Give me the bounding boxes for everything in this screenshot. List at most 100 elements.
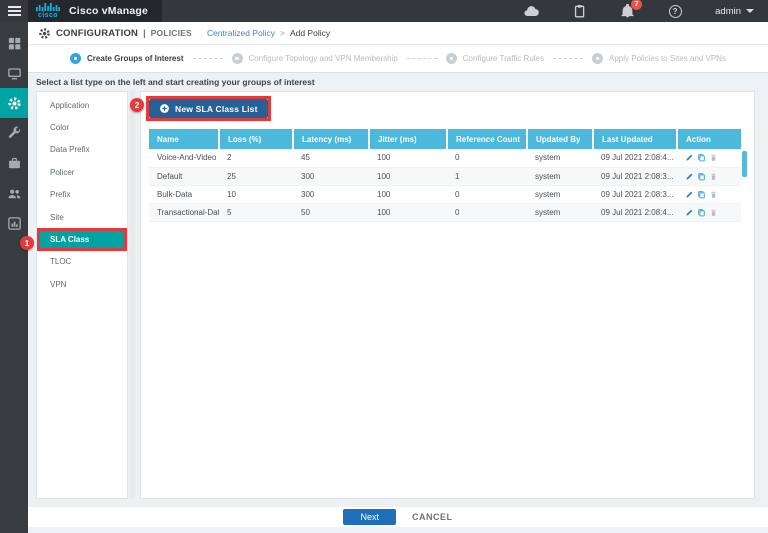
column-header-reference-count: Reference Count — [447, 129, 527, 149]
nav-maintenance-icon[interactable] — [0, 148, 28, 178]
cell-latency: 45 — [293, 149, 369, 167]
cell-reference-count: 0 — [447, 185, 527, 203]
breadcrumb-link-centralized-policy[interactable]: Centralized Policy — [207, 28, 275, 38]
cancel-button[interactable]: CANCEL — [412, 512, 453, 522]
cell-name: Transactional-Data — [149, 203, 219, 221]
list-type-panel: ApplicationColorData PrefixPolicerPrefix… — [36, 91, 128, 499]
wizard-step-4[interactable]: Apply Policies to Sites and VPNs — [592, 53, 726, 64]
copy-icon[interactable] — [697, 153, 706, 162]
cloud-icon[interactable] — [523, 3, 539, 19]
copy-icon[interactable] — [697, 190, 706, 199]
wizard-step-1[interactable]: Create Groups of Interest — [70, 53, 183, 64]
nav-tools-icon[interactable] — [0, 118, 28, 148]
copy-icon[interactable] — [697, 172, 706, 181]
sidebar-item-sla-class[interactable]: SLA Class — [37, 228, 127, 250]
cell-name: Default — [149, 167, 219, 185]
cell-loss: 2 — [219, 149, 293, 167]
table-row: Default253001001system09 Jul 2021 2:08:3… — [149, 167, 741, 185]
chevron-down-icon — [746, 9, 754, 13]
table-row: Transactional-Data5501000system09 Jul 20… — [149, 203, 741, 221]
table-row: Voice-And-Video2451000system09 Jul 2021 … — [149, 149, 741, 167]
table-body: Voice-And-Video2451000system09 Jul 2021 … — [149, 149, 741, 221]
menu-toggle-icon[interactable] — [0, 0, 28, 22]
delete-trash-icon[interactable] — [709, 172, 718, 181]
nav-configuration-icon[interactable] — [0, 88, 28, 118]
breadcrumb-section: CONFIGURATION — [56, 28, 138, 39]
new-sla-class-list-button[interactable]: New SLA Class List — [149, 99, 268, 118]
notification-count-badge: 7 — [631, 0, 642, 10]
sidebar-item-prefix[interactable]: Prefix — [37, 184, 127, 206]
sidebar-item-tloc[interactable]: TLOC — [37, 251, 127, 273]
sidebar-item-color[interactable]: Color — [37, 116, 127, 138]
step-indicator-icon — [232, 53, 243, 64]
cisco-wordmark: cisco — [38, 12, 58, 19]
breadcrumb-separator: > — [280, 28, 285, 38]
cell-actions — [677, 203, 741, 221]
column-header-name: Name — [149, 129, 219, 149]
cell-updated-by: system — [527, 149, 593, 167]
cell-actions — [677, 149, 741, 167]
edit-pencil-icon[interactable] — [685, 172, 694, 181]
edit-pencil-icon[interactable] — [685, 208, 694, 217]
help-icon[interactable]: ? — [667, 3, 683, 19]
cell-last-updated: 09 Jul 2021 2:08:4... — [593, 203, 677, 221]
delete-trash-icon[interactable] — [709, 208, 718, 217]
app-title: Cisco vManage — [69, 5, 148, 17]
cisco-logo: cisco — [36, 3, 60, 19]
delete-trash-icon[interactable] — [709, 153, 718, 162]
table-scrollbar-thumb[interactable] — [742, 151, 747, 177]
vmanage-screen: cisco Cisco vManage 7 ? admin — [0, 0, 768, 533]
table-header-row: NameLoss (%)Latency (ms)Jitter (ms)Refer… — [149, 129, 741, 149]
cell-loss: 10 — [219, 185, 293, 203]
wizard-step-2[interactable]: Configure Topology and VPN Membership — [232, 53, 398, 64]
cell-latency: 300 — [293, 167, 369, 185]
list-type-menu: ApplicationColorData PrefixPolicerPrefix… — [37, 92, 127, 296]
nav-monitor-icon[interactable] — [0, 58, 28, 88]
cell-actions — [677, 167, 741, 185]
nav-analytics-icon[interactable] — [0, 208, 28, 238]
nav-dashboard-icon[interactable] — [0, 28, 28, 58]
breadcrumb: CONFIGURATION | POLICIES Centralized Pol… — [28, 22, 768, 45]
left-nav-rail — [0, 22, 28, 533]
cell-reference-count: 0 — [447, 203, 527, 221]
cell-jitter: 100 — [369, 149, 447, 167]
cell-loss: 25 — [219, 167, 293, 185]
sidebar-item-site[interactable]: Site — [37, 206, 127, 228]
cell-last-updated: 09 Jul 2021 2:08:3... — [593, 185, 677, 203]
step-indicator-icon — [446, 53, 457, 64]
sidebar-item-policer[interactable]: Policer — [37, 161, 127, 183]
nav-administration-icon[interactable] — [0, 178, 28, 208]
page-instruction: Select a list type on the left and start… — [36, 77, 315, 87]
column-header-jitter-ms-: Jitter (ms) — [369, 129, 447, 149]
cell-latency: 300 — [293, 185, 369, 203]
annotation-badge-2: 2 — [130, 98, 144, 112]
cell-jitter: 100 — [369, 185, 447, 203]
configuration-gear-icon — [38, 27, 51, 40]
wizard-steps-bar: Create Groups of Interest Configure Topo… — [28, 45, 768, 73]
step-connector — [553, 58, 583, 59]
step-connector — [193, 58, 223, 59]
plus-icon — [159, 103, 170, 114]
sidebar-item-data-prefix[interactable]: Data Prefix — [37, 139, 127, 161]
sidebar-item-application[interactable]: Application — [37, 94, 127, 116]
column-header-last-updated: Last Updated — [593, 129, 677, 149]
copy-icon[interactable] — [697, 208, 706, 217]
cell-name: Bulk-Data — [149, 185, 219, 203]
user-menu[interactable]: admin — [715, 6, 754, 17]
edit-pencil-icon[interactable] — [685, 190, 694, 199]
sidebar-scrollbar[interactable] — [130, 91, 135, 499]
notifications-bell-icon[interactable]: 7 — [619, 3, 635, 19]
edit-pencil-icon[interactable] — [685, 153, 694, 162]
sidebar-item-vpn[interactable]: VPN — [37, 273, 127, 295]
delete-trash-icon[interactable] — [709, 190, 718, 199]
cell-reference-count: 1 — [447, 167, 527, 185]
cell-jitter: 100 — [369, 167, 447, 185]
cell-updated-by: system — [527, 203, 593, 221]
wizard-step-3[interactable]: Configure Traffic Rules — [446, 53, 544, 64]
cell-jitter: 100 — [369, 203, 447, 221]
table-row: Bulk-Data103001000system09 Jul 2021 2:08… — [149, 185, 741, 203]
next-button[interactable]: Next — [343, 509, 396, 525]
wizard-footer: Next CANCEL — [28, 507, 768, 527]
tasks-clipboard-icon[interactable] — [571, 3, 587, 19]
cell-updated-by: system — [527, 167, 593, 185]
